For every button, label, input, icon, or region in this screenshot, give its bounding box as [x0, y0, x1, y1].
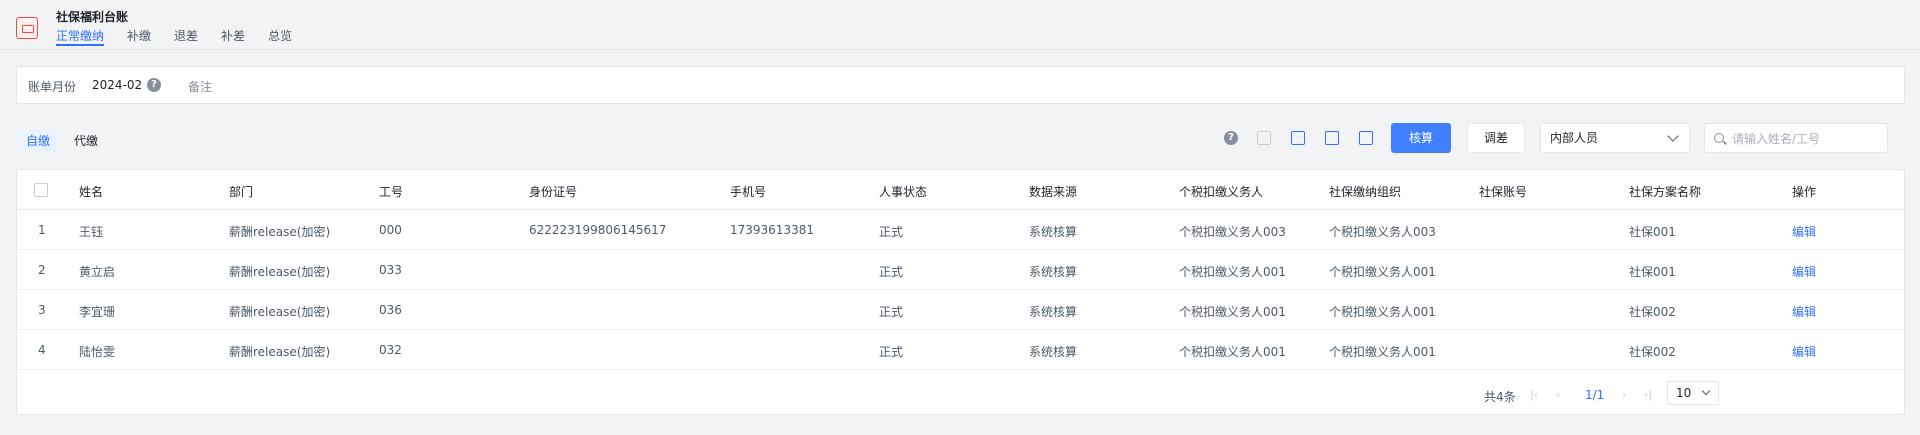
department: 薪酬release(加密) — [229, 345, 331, 359]
page-indicator: 1/1 — [1585, 388, 1605, 402]
column-header[interactable]: 数据来源 — [1029, 183, 1077, 200]
hr-status: 正式 — [879, 345, 904, 359]
tax-agent: 个税扣缴义务人001 — [1179, 345, 1286, 359]
table-row[interactable]: 3 李宜珊 薪酬release(加密) 036 正式 系统核算 个税扣缴义务人0… — [17, 290, 1904, 330]
data-table: 姓名 部门 工号 身份证号 手机号 人事状态 数据来源 个税扣缴义务人 社保缴纳… — [16, 169, 1905, 415]
data-source: 系统核算 — [1029, 225, 1078, 239]
column-header[interactable]: 人事状态 — [879, 183, 927, 200]
row-index: 2 — [38, 263, 46, 277]
hr-status: 正式 — [879, 225, 904, 239]
edit-link[interactable]: 编辑 — [1792, 303, 1816, 320]
chevron-down-icon — [1701, 386, 1711, 396]
column-header[interactable]: 社保缴纳组织 — [1329, 183, 1401, 200]
column-header[interactable]: 个税扣缴义务人 — [1179, 183, 1263, 200]
toolbar: ? 核算 调差 内部人员 — [0, 123, 1920, 153]
staff-type-select[interactable]: 内部人员 — [1540, 123, 1690, 153]
ss-org: 个税扣缴义务人003 — [1329, 225, 1436, 239]
tab-supplement-diff[interactable]: 补差 — [221, 27, 245, 46]
employee-name: 黄立启 — [79, 265, 116, 279]
tab-refund-diff[interactable]: 退差 — [174, 27, 198, 46]
tax-agent: 个税扣缴义务人003 — [1179, 225, 1286, 239]
column-header[interactable]: 部门 — [229, 183, 253, 200]
table-row[interactable]: 2 黄立启 薪酬release(加密) 033 正式 系统核算 个税扣缴义务人0… — [17, 250, 1904, 290]
employee-number: 036 — [379, 303, 402, 317]
column-header[interactable]: 姓名 — [79, 183, 103, 200]
search-icon — [1714, 133, 1724, 143]
edit-link[interactable]: 编辑 — [1792, 343, 1816, 360]
row-index: 3 — [38, 303, 46, 317]
staff-type-value: 内部人员 — [1550, 131, 1599, 145]
calculate-button[interactable]: 核算 — [1391, 123, 1451, 153]
ss-plan: 社保001 — [1629, 225, 1676, 239]
phone-number: 17393613381 — [730, 223, 814, 237]
employee-name: 陆怡雯 — [79, 345, 116, 359]
id-number: 622223199806145617 — [529, 223, 667, 237]
tab-back-payment[interactable]: 补缴 — [127, 27, 151, 46]
employee-number: 000 — [379, 223, 402, 237]
department: 薪酬release(加密) — [229, 265, 331, 279]
row-index: 4 — [38, 343, 46, 357]
import-icon[interactable] — [1291, 131, 1305, 145]
ss-org: 个税扣缴义务人001 — [1329, 265, 1436, 279]
employee-number: 032 — [379, 343, 402, 357]
tab-normal-payment[interactable]: 正常缴纳 — [56, 27, 105, 46]
total-count: 共4条 — [1484, 390, 1516, 404]
page-size-value: 10 — [1676, 386, 1692, 400]
ss-org: 个税扣缴义务人001 — [1329, 305, 1436, 319]
copy-icon[interactable] — [1257, 131, 1271, 145]
next-page-icon[interactable]: › — [1622, 388, 1626, 401]
bill-month-label: 账单月份 — [28, 80, 77, 94]
note-field[interactable]: 备注 — [188, 78, 212, 95]
ss-plan: 社保002 — [1629, 305, 1676, 319]
help-icon[interactable]: ? — [1224, 131, 1238, 145]
prev-page-icon[interactable]: ‹ — [1556, 388, 1560, 401]
hr-status: 正式 — [879, 265, 904, 279]
export-icon[interactable] — [1325, 131, 1339, 145]
last-page-icon[interactable]: ›| — [1644, 388, 1652, 401]
employee-number: 033 — [379, 263, 402, 277]
chevron-down-icon — [1667, 130, 1679, 142]
hr-status: 正式 — [879, 305, 904, 319]
top-bar: 社保福利台账 正常缴纳 补缴 退差 补差 总览 — [0, 0, 1920, 50]
page-size-select[interactable]: 10 — [1667, 381, 1719, 405]
batch-icon[interactable] — [1359, 131, 1373, 145]
select-all-checkbox[interactable] — [34, 183, 48, 197]
table-row[interactable]: 1 王钰 薪酬release(加密) 000 62222319980614561… — [17, 210, 1904, 250]
pagination: 共4条 |‹ ‹ 1/1 › ›| 10 — [1484, 374, 1884, 414]
table-row[interactable]: 4 陆怡雯 薪酬release(加密) 032 正式 系统核算 个税扣缴义务人0… — [17, 330, 1904, 370]
column-header: 操作 — [1792, 185, 1817, 199]
table-header: 姓名 部门 工号 身份证号 手机号 人事状态 数据来源 个税扣缴义务人 社保缴纳… — [17, 170, 1904, 210]
column-header[interactable]: 社保方案名称 — [1629, 183, 1701, 200]
ss-org: 个税扣缴义务人001 — [1329, 345, 1436, 359]
row-index: 1 — [38, 223, 46, 237]
tax-agent: 个税扣缴义务人001 — [1179, 265, 1286, 279]
ledger-logo-icon — [16, 17, 38, 39]
page-title: 社保福利台账 — [56, 10, 129, 24]
edit-link[interactable]: 编辑 — [1792, 223, 1816, 240]
tab-overview[interactable]: 总览 — [268, 27, 292, 46]
ss-plan: 社保001 — [1629, 265, 1676, 279]
data-source: 系统核算 — [1029, 305, 1078, 319]
tab-bar: 正常缴纳 补缴 退差 补差 总览 — [56, 27, 315, 46]
ss-plan: 社保002 — [1629, 345, 1676, 359]
tax-agent: 个税扣缴义务人001 — [1179, 305, 1286, 319]
search-box[interactable] — [1704, 123, 1888, 153]
column-header[interactable]: 社保账号 — [1479, 183, 1527, 200]
department: 薪酬release(加密) — [229, 225, 331, 239]
employee-name: 李宜珊 — [79, 305, 116, 319]
first-page-icon[interactable]: |‹ — [1530, 388, 1538, 401]
data-source: 系统核算 — [1029, 345, 1078, 359]
column-header[interactable]: 身份证号 — [529, 183, 577, 200]
employee-name: 王钰 — [79, 225, 104, 239]
column-header[interactable]: 手机号 — [730, 183, 766, 200]
department: 薪酬release(加密) — [229, 305, 331, 319]
filter-card: 账单月份 2024-02 ? 备注 — [16, 66, 1905, 104]
adjust-button[interactable]: 调差 — [1467, 123, 1525, 153]
bill-month-value[interactable]: 2024-02 — [92, 78, 142, 92]
edit-link[interactable]: 编辑 — [1792, 263, 1816, 280]
column-header[interactable]: 工号 — [379, 183, 403, 200]
help-icon[interactable]: ? — [147, 78, 161, 92]
search-input[interactable] — [1732, 130, 1882, 148]
data-source: 系统核算 — [1029, 265, 1078, 279]
